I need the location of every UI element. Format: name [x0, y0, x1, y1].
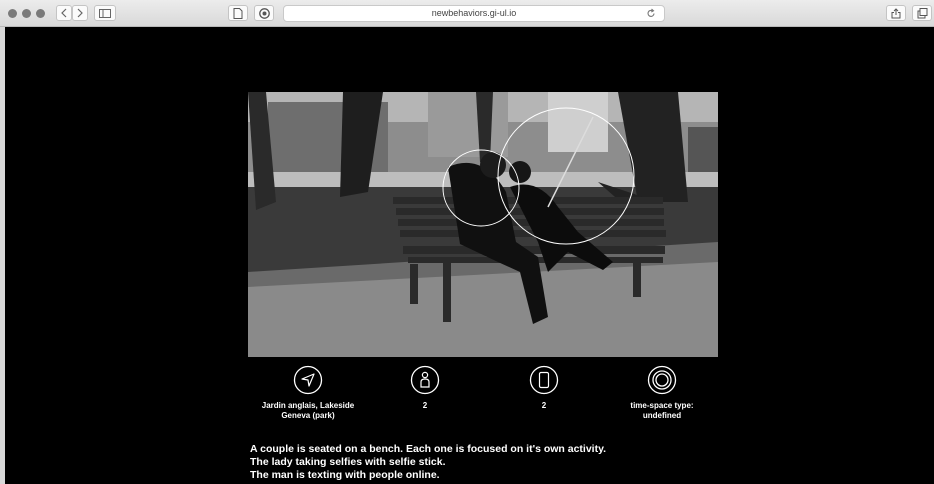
concentric-circles-icon: [647, 365, 677, 395]
url-text: newbehaviors.gi-ul.io: [431, 8, 517, 18]
reload-icon[interactable]: [646, 8, 656, 19]
people-count-info: 2: [370, 365, 480, 411]
extension-icon: [258, 7, 270, 19]
share-icon: [891, 7, 901, 18]
scene-photo: [248, 92, 718, 357]
description-line: The lady taking selfies with selfie stic…: [250, 456, 446, 468]
browser-toolbar: newbehaviors.gi-ul.io: [0, 0, 934, 27]
scene-description: A couple is seated on a bench. Each one …: [250, 443, 606, 482]
bench-couple-illustration: [248, 92, 718, 357]
reader-button[interactable]: [228, 5, 248, 21]
extension-button[interactable]: [254, 5, 274, 21]
sidebar-button[interactable]: [94, 5, 116, 21]
location-info: Jardin anglais, Lakeside Geneva (park): [253, 365, 363, 421]
window-edge: [0, 27, 5, 484]
zoom-window-button[interactable]: [36, 9, 45, 18]
share-button[interactable]: [886, 5, 906, 21]
device-count-label: 2: [541, 401, 547, 410]
chevron-left-icon: [61, 8, 67, 18]
time-space-type-info: time-space type: undefined: [607, 365, 717, 421]
description-line: A couple is seated on a bench. Each one …: [250, 443, 607, 455]
device-count-info: 2: [489, 365, 599, 411]
minimize-window-button[interactable]: [22, 9, 31, 18]
sidebar-icon: [99, 8, 111, 18]
location-arrow-icon: [293, 365, 323, 395]
smartphone-icon: [529, 365, 559, 395]
location-label: Jardin anglais, Lakeside Geneva (park): [261, 401, 355, 420]
back-button[interactable]: [56, 5, 72, 21]
tabs-icon: [917, 7, 927, 18]
description-line: The man is texting with people online.: [250, 469, 440, 481]
document-icon: [233, 7, 243, 19]
address-bar[interactable]: newbehaviors.gi-ul.io: [283, 5, 665, 22]
forward-button[interactable]: [72, 5, 88, 21]
chevron-right-icon: [77, 8, 83, 18]
time-space-type-label: time-space type: undefined: [630, 401, 694, 420]
tabs-overview-button[interactable]: [912, 5, 932, 21]
close-window-button[interactable]: [8, 9, 17, 18]
people-count-label: 2: [422, 401, 428, 410]
person-icon: [410, 365, 440, 395]
